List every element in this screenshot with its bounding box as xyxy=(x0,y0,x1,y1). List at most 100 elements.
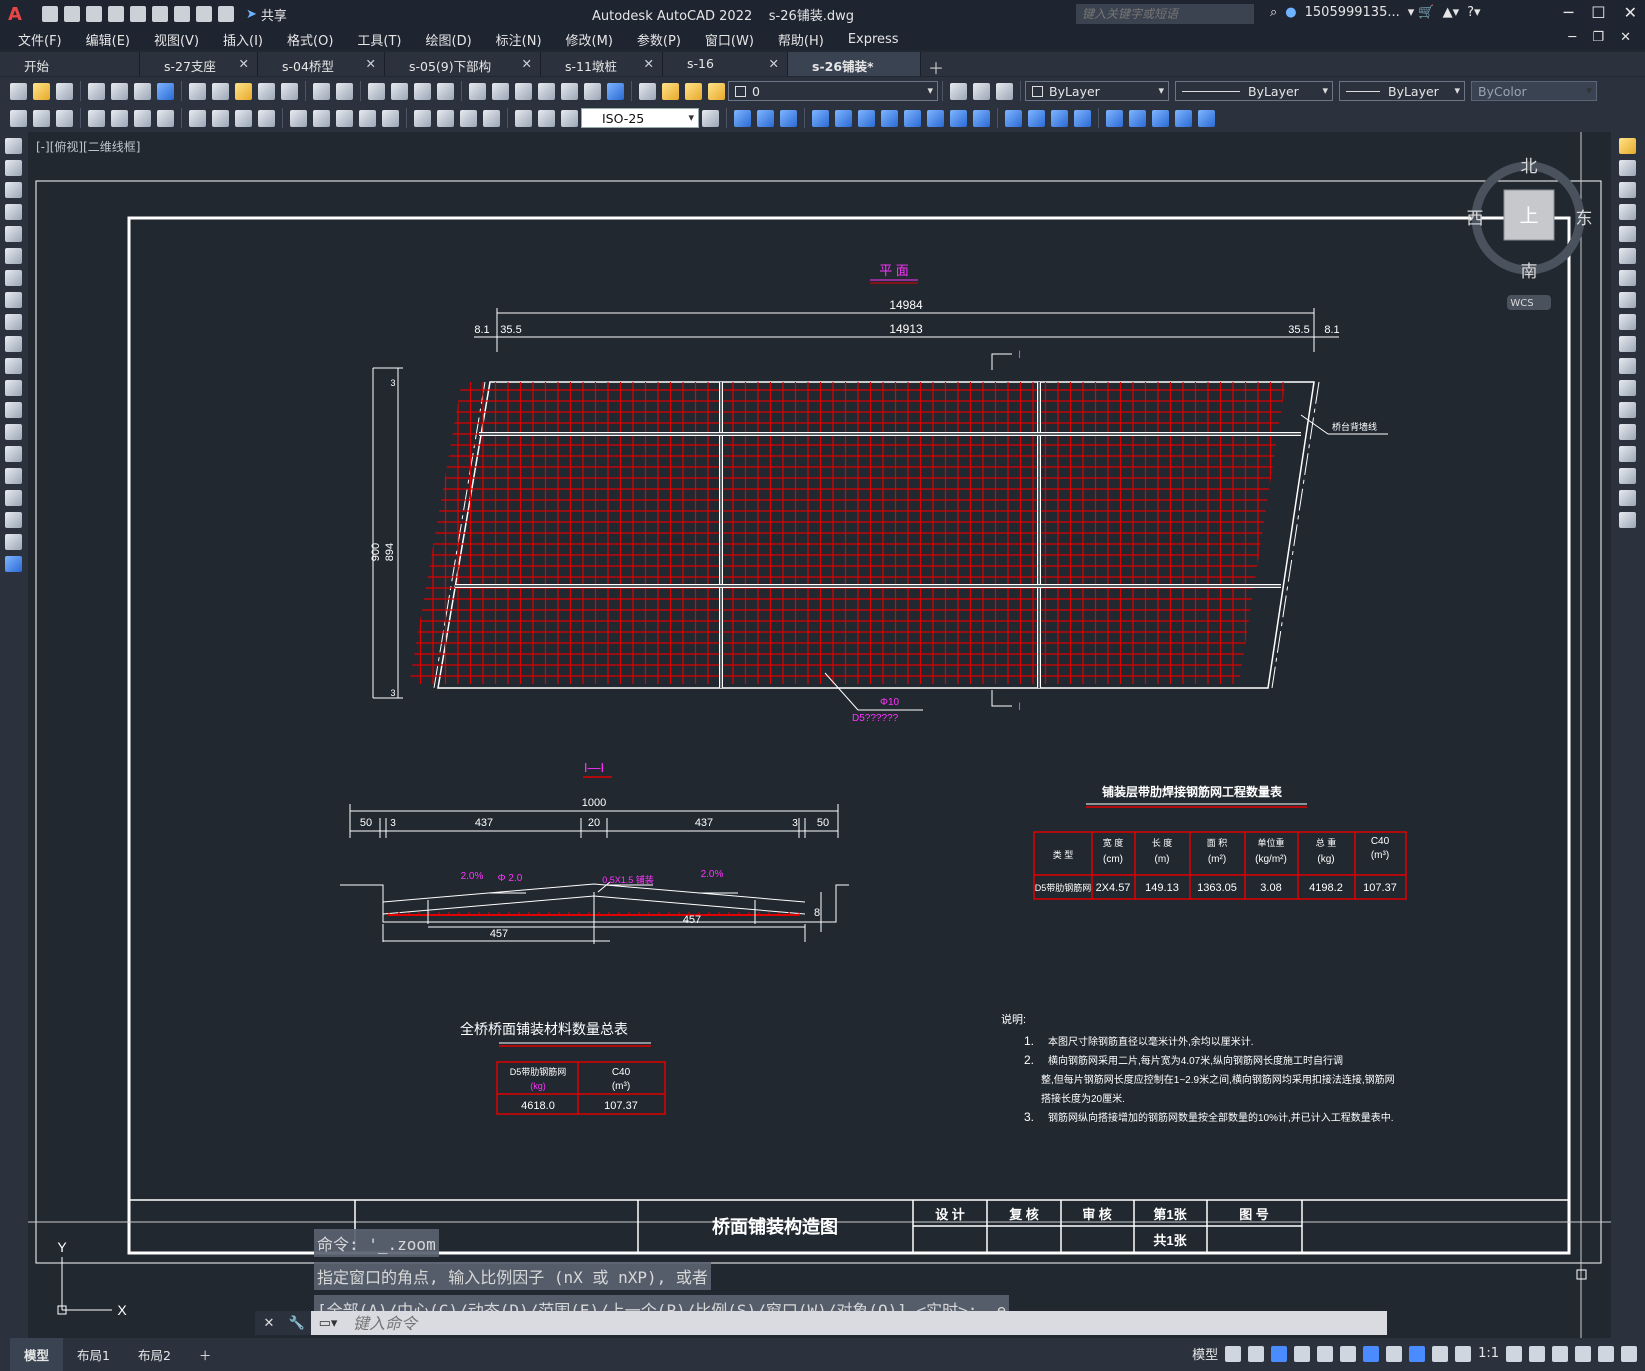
offset-icon[interactable] xyxy=(1619,204,1636,220)
maximize-icon[interactable]: ☐ xyxy=(1591,3,1605,22)
break-point-icon[interactable] xyxy=(1619,380,1636,396)
tab-s04[interactable]: s-04桥型布置图 ✕ xyxy=(258,52,385,93)
isodraft-icon[interactable] xyxy=(1317,1345,1334,1362)
tool-palettes-icon[interactable] xyxy=(515,82,532,100)
menu-format[interactable]: 格式(O) xyxy=(275,30,345,49)
menu-edit[interactable]: 编辑(E) xyxy=(74,30,142,49)
menu-tools[interactable]: 工具(T) xyxy=(345,30,413,49)
mtext-icon[interactable] xyxy=(5,534,22,550)
autocad-logo-icon[interactable]: A xyxy=(0,0,30,28)
modify-icon[interactable] xyxy=(858,109,875,127)
layer-previous-icon[interactable] xyxy=(973,82,990,100)
viewcube-south[interactable]: 南 xyxy=(1521,262,1538,282)
add-layout-button[interactable]: ＋ xyxy=(185,1338,226,1371)
menu-window[interactable]: 窗口(W) xyxy=(693,30,766,49)
dim-update-icon[interactable] xyxy=(561,109,578,127)
dimstyle-dropdown[interactable]: ISO-25 xyxy=(581,108,699,128)
match-prop-icon[interactable] xyxy=(258,82,275,100)
autodesk-icon[interactable]: ▲▾ xyxy=(1443,5,1460,20)
modify-icon[interactable] xyxy=(1129,109,1146,127)
dim-diameter-icon[interactable] xyxy=(235,109,252,127)
qdim-icon[interactable] xyxy=(290,109,307,127)
dim-style-icon[interactable] xyxy=(702,109,719,127)
tolerance-icon[interactable] xyxy=(414,109,431,127)
modify-icon[interactable] xyxy=(881,109,898,127)
layer-states-icon[interactable] xyxy=(996,82,1013,100)
customize-icon[interactable]: 🔧 xyxy=(283,1311,311,1335)
modify-icon[interactable] xyxy=(812,109,829,127)
modify-icon[interactable] xyxy=(1152,109,1169,127)
menu-express[interactable]: Express xyxy=(836,32,911,47)
layer-on-icon[interactable] xyxy=(662,82,679,100)
tab-s26[interactable]: s-26铺装* xyxy=(788,52,921,76)
undo-icon[interactable] xyxy=(196,6,212,22)
close-tab-icon[interactable]: ✕ xyxy=(366,56,376,76)
annotation-scale-value[interactable]: 1:1 xyxy=(1478,1346,1499,1361)
modify-icon[interactable] xyxy=(1106,109,1123,127)
recent-commands-icon[interactable]: ▭▾ xyxy=(311,1311,345,1335)
modify-icon[interactable] xyxy=(927,109,944,127)
modify-icon[interactable] xyxy=(835,109,852,127)
doc-window-controls[interactable]: ─ ❐ ✕ xyxy=(1568,30,1637,45)
close-command-icon[interactable]: ✕ xyxy=(255,1311,283,1335)
copy-icon[interactable] xyxy=(212,82,229,100)
make-current-icon[interactable] xyxy=(950,82,967,100)
modify-icon[interactable] xyxy=(780,109,797,127)
menu-help[interactable]: 帮助(H) xyxy=(766,30,836,49)
plot-preview-icon[interactable] xyxy=(111,82,128,100)
join-icon[interactable] xyxy=(1619,424,1636,440)
arc-icon[interactable] xyxy=(5,248,22,264)
modify-icon[interactable] xyxy=(1051,109,1068,127)
layer-dropdown[interactable]: 0 xyxy=(728,81,938,101)
lineweight-icon[interactable] xyxy=(1386,1345,1403,1362)
help-icon[interactable] xyxy=(607,82,624,100)
save-as-icon[interactable] xyxy=(108,6,124,22)
viewcube-north[interactable]: 北 xyxy=(1521,157,1538,177)
dim-radius-icon[interactable] xyxy=(189,109,206,127)
annotation-visibility-icon[interactable] xyxy=(1409,1345,1426,1362)
region-icon[interactable] xyxy=(5,490,22,506)
polar-icon[interactable] xyxy=(1294,1345,1311,1362)
new-tab-button[interactable]: ＋ xyxy=(921,52,951,78)
layout-tab-model[interactable]: 模型 xyxy=(10,1338,64,1371)
web-save-icon[interactable] xyxy=(152,6,168,22)
array-icon[interactable] xyxy=(1619,226,1636,242)
properties-icon[interactable] xyxy=(469,82,486,100)
publish-icon[interactable] xyxy=(134,82,151,100)
tool-icon[interactable] xyxy=(33,109,50,127)
help-icon[interactable]: ?▾ xyxy=(1467,5,1480,20)
chamfer-icon[interactable] xyxy=(1619,446,1636,462)
new-icon[interactable] xyxy=(42,6,58,22)
insert-block-icon[interactable] xyxy=(5,380,22,396)
ellipse-icon[interactable] xyxy=(5,336,22,352)
osnap-icon[interactable] xyxy=(1363,1345,1380,1362)
modify-icon[interactable] xyxy=(734,109,751,127)
redo-icon[interactable] xyxy=(336,82,353,100)
scale-icon[interactable] xyxy=(1619,292,1636,308)
layer-properties-icon[interactable] xyxy=(639,82,656,100)
gradient-icon[interactable] xyxy=(5,468,22,484)
fillet-icon[interactable] xyxy=(1619,468,1636,484)
linetype-dropdown[interactable]: ByLayer xyxy=(1175,81,1333,101)
zoom-previous-icon[interactable] xyxy=(437,82,454,100)
rectangle-icon[interactable] xyxy=(5,226,22,242)
web-open-icon[interactable] xyxy=(130,6,146,22)
cart-icon[interactable]: ▾ 🛒 xyxy=(1408,5,1435,20)
autoscale-icon[interactable] xyxy=(1432,1345,1449,1362)
modify-icon[interactable] xyxy=(904,109,921,127)
user-name[interactable]: 1505999135... xyxy=(1305,5,1400,20)
modify-icon[interactable] xyxy=(1074,109,1091,127)
dim-angular-icon[interactable] xyxy=(258,109,275,127)
center-mark-icon[interactable] xyxy=(437,109,454,127)
menu-draw[interactable]: 绘图(D) xyxy=(414,30,484,49)
close-tab-icon[interactable]: ✕ xyxy=(644,56,654,76)
explode-icon[interactable] xyxy=(1619,512,1636,528)
dim-linear-icon[interactable] xyxy=(88,109,105,127)
3d-print-icon[interactable] xyxy=(157,82,174,100)
stretch-icon[interactable] xyxy=(1619,314,1636,330)
tab-s05[interactable]: s-05(9)下部构造图xg ✕ xyxy=(385,52,541,93)
copy-object-icon[interactable] xyxy=(1619,160,1636,176)
open-icon[interactable] xyxy=(33,82,50,100)
design-center-icon[interactable] xyxy=(492,82,509,100)
object-track-icon[interactable] xyxy=(1340,1345,1357,1362)
